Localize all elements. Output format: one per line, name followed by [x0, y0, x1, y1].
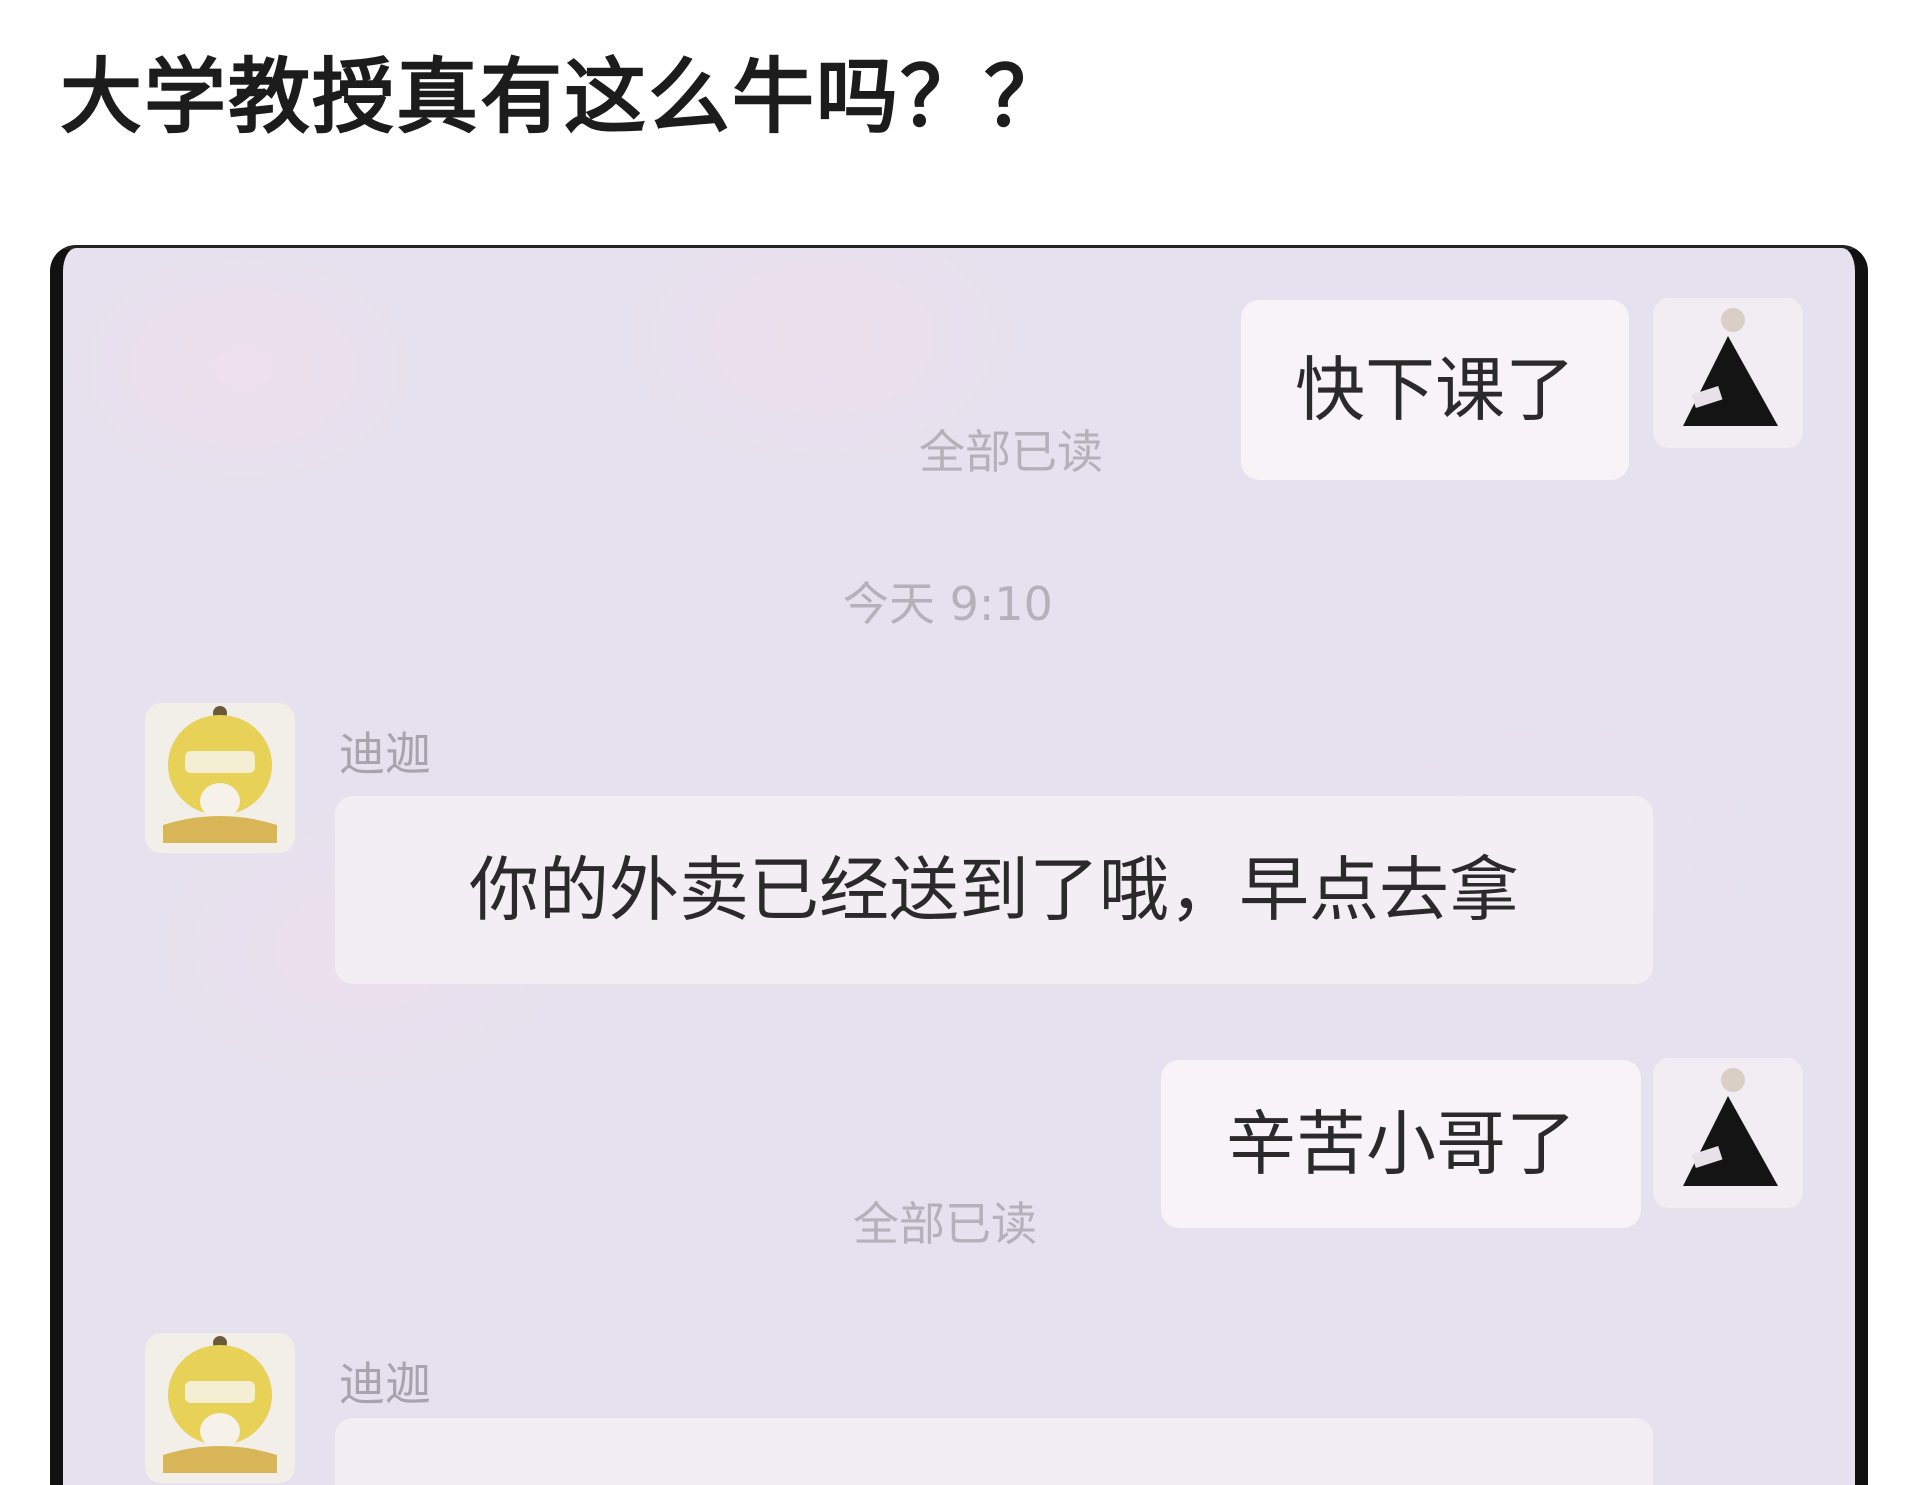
outgoing-message-bubble: 快下课了: [1241, 300, 1629, 480]
read-receipt: 全部已读: [919, 425, 1103, 479]
outgoing-message-bubble: 辛苦小哥了: [1161, 1060, 1641, 1228]
read-receipt: 全部已读: [853, 1197, 1037, 1251]
incoming-message-bubble: 你的外卖已经送到了哦，早点去拿: [335, 796, 1653, 984]
incoming-message-bubble: [335, 1418, 1653, 1485]
peer-avatar-icon[interactable]: [145, 1333, 295, 1483]
sender-name: 迪迦: [339, 1357, 431, 1411]
sender-name: 迪迦: [339, 727, 431, 781]
timestamp: 今天 9:10: [843, 577, 1053, 631]
chat-screenshot: 快下课了 全部已读 今天 9:10 迪迦 你的外卖已经送到了哦，早点去拿 辛苦小…: [50, 245, 1868, 1485]
post-title: 大学教授真有这么牛吗？？: [60, 50, 1069, 145]
self-avatar-icon[interactable]: [1653, 1058, 1803, 1208]
self-avatar-icon[interactable]: [1653, 298, 1803, 448]
peer-avatar-icon[interactable]: [145, 703, 295, 853]
